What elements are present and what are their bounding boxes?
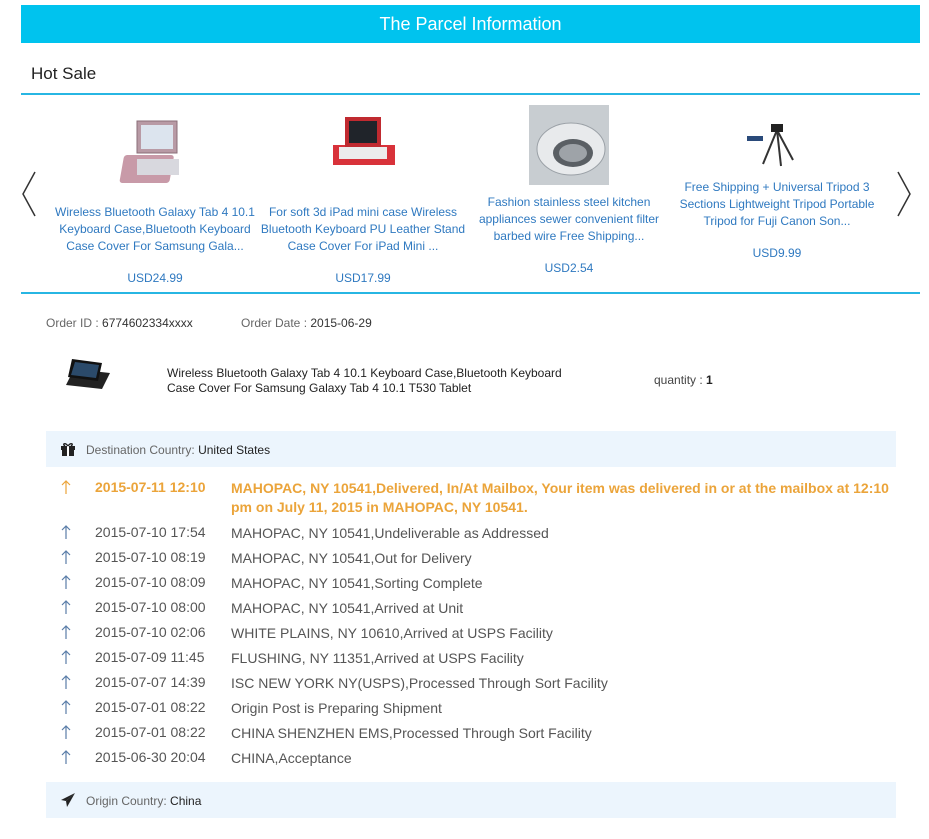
product-card[interactable]: Wireless Bluetooth Galaxy Tab 4 10.1 Key… (50, 105, 260, 285)
arrow-up-icon (61, 480, 71, 494)
event-description: MAHOPAC, NY 10541,Undeliverable as Addre… (231, 525, 549, 541)
gift-icon (61, 443, 75, 456)
order-date-value: 2015-06-29 (310, 316, 372, 330)
event-time: 2015-07-10 17:54 (95, 524, 206, 540)
origin-value: China (170, 794, 202, 808)
event-description: MAHOPAC, NY 10541,Sorting Complete (231, 575, 483, 591)
event-time: 2015-07-10 02:06 (95, 624, 206, 640)
product-image (119, 120, 179, 183)
arrow-up-icon (61, 700, 71, 714)
product-price: USD2.54 (544, 261, 594, 275)
product-price: USD17.99 (335, 271, 391, 285)
arrow-up-icon (61, 675, 71, 689)
arrow-up-icon (61, 725, 71, 739)
origin-label: Origin Country: (86, 794, 171, 808)
chevron-left-icon (22, 171, 36, 217)
arrow-up-icon (61, 650, 71, 664)
event-description: WHITE PLAINS, NY 10610,Arrived at USPS F… (231, 625, 553, 641)
order-id-label: Order ID : (46, 316, 103, 330)
destination-country-bar: Destination Country: United States (46, 431, 896, 467)
event-description: CHINA SHENZHEN EMS,Processed Through Sor… (231, 725, 592, 741)
event-time: 2015-07-09 11:45 (95, 649, 205, 665)
chevron-right-icon (897, 171, 911, 217)
arrow-up-icon (61, 550, 71, 564)
page-title: The Parcel Information (21, 5, 920, 43)
product-card[interactable]: Free Shipping + Universal Tripod 3 Secti… (672, 110, 882, 260)
quantity-label: quantity : (654, 373, 707, 387)
destination-label: Destination Country: (86, 443, 199, 457)
product-image (747, 124, 794, 167)
event-time: 2015-07-10 08:09 (95, 574, 206, 590)
hot-sale-title: Hot Sale (31, 64, 97, 83)
product-card[interactable]: For soft 3d iPad mini case Wireless Blue… (258, 105, 468, 285)
order-quantity: quantity : 1 (654, 373, 713, 387)
event-description: FLUSHING, NY 11351,Arrived at USPS Facil… (231, 650, 524, 666)
product-name[interactable]: Fashion stainless steel kitchen applianc… (464, 194, 674, 245)
divider (21, 93, 920, 95)
product-card[interactable]: Fashion stainless steel kitchen applianc… (464, 105, 674, 275)
event-description: Origin Post is Preparing Shipment (231, 700, 442, 716)
order-item-title: Wireless Bluetooth Galaxy Tab 4 10.1 Key… (167, 366, 562, 395)
divider (21, 292, 920, 294)
event-description: MAHOPAC, NY 10541,Arrived at Unit (231, 600, 464, 616)
arrow-up-icon (61, 575, 71, 589)
product-name[interactable]: Wireless Bluetooth Galaxy Tab 4 10.1 Key… (50, 204, 260, 255)
carousel-next-button[interactable] (894, 170, 914, 218)
arrow-up-icon (61, 625, 71, 639)
order-id-value: 6774602334xxxx (102, 316, 193, 330)
order-date: Order Date : 2015-06-29 (241, 316, 372, 330)
carousel-prev-button[interactable] (19, 170, 39, 218)
event-description: CHINA,Acceptance (231, 750, 352, 766)
order-date-label: Order Date : (241, 316, 311, 330)
destination-value: United States (198, 443, 271, 457)
product-price: USD24.99 (127, 271, 183, 285)
product-name[interactable]: Free Shipping + Universal Tripod 3 Secti… (672, 179, 882, 230)
event-time: 2015-06-30 20:04 (95, 749, 206, 765)
quantity-value: 1 (706, 373, 713, 387)
order-item-image (66, 359, 110, 389)
event-time: 2015-07-10 08:00 (95, 599, 206, 615)
arrow-up-icon (61, 750, 71, 764)
product-image (529, 105, 609, 185)
product-name[interactable]: For soft 3d iPad mini case Wireless Blue… (258, 204, 468, 255)
event-time: 2015-07-07 14:39 (95, 674, 206, 690)
product-image (333, 117, 395, 165)
event-time: 2015-07-10 08:19 (95, 549, 206, 565)
arrow-up-icon (61, 525, 71, 539)
event-description: ISC NEW YORK NY(USPS),Processed Through … (231, 675, 608, 691)
event-time: 2015-07-01 08:22 (95, 724, 206, 740)
event-description: MAHOPAC, NY 10541,Delivered, In/At Mailb… (231, 480, 889, 515)
event-time: 2015-07-01 08:22 (95, 699, 206, 715)
paper-plane-icon (61, 793, 75, 807)
product-price: USD9.99 (752, 246, 802, 260)
event-description: MAHOPAC, NY 10541,Out for Delivery (231, 550, 472, 566)
order-id: Order ID : 6774602334xxxx (46, 316, 193, 330)
origin-country-bar: Origin Country: China (46, 782, 896, 818)
event-time: 2015-07-11 12:10 (95, 479, 206, 495)
arrow-up-icon (61, 600, 71, 614)
